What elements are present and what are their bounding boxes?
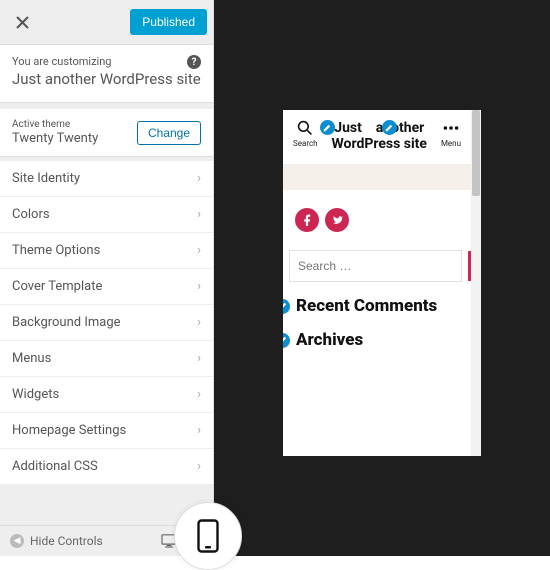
section-additional-css[interactable]: Additional CSS › bbox=[0, 449, 213, 485]
chevron-right-icon: › bbox=[197, 423, 201, 438]
section-label: Additional CSS bbox=[12, 459, 98, 474]
change-theme-button[interactable]: Change bbox=[137, 121, 201, 145]
widget-title: Archives bbox=[296, 330, 363, 350]
search-input[interactable] bbox=[289, 250, 462, 282]
chevron-right-icon: › bbox=[197, 387, 201, 402]
site-title: Just another WordPress site bbox=[12, 70, 201, 88]
section-widgets[interactable]: Widgets › bbox=[0, 377, 213, 413]
mobile-menu-button[interactable]: Menu bbox=[441, 120, 461, 148]
chevron-right-icon: › bbox=[197, 279, 201, 294]
search-icon bbox=[297, 120, 313, 136]
collapse-icon: ◀ bbox=[10, 534, 24, 548]
mobile-preview-frame: Search Just another WordPress site Menu bbox=[283, 110, 481, 456]
chevron-right-icon: › bbox=[197, 171, 201, 186]
scrollbar-thumb[interactable] bbox=[472, 110, 480, 196]
search-widget: SEARCH bbox=[283, 250, 471, 282]
hide-controls-label: Hide Controls bbox=[30, 534, 103, 548]
preview-area: Search Just another WordPress site Menu bbox=[214, 0, 550, 556]
chevron-right-icon: › bbox=[197, 351, 201, 366]
settings-list: Site Identity › Colors › Theme Options › Co… bbox=[0, 161, 213, 485]
section-site-identity[interactable]: Site Identity › bbox=[0, 161, 213, 197]
section-label: Colors bbox=[12, 207, 50, 222]
site-header: Search Just another WordPress site Menu bbox=[283, 110, 471, 160]
section-label: Cover Template bbox=[12, 279, 102, 294]
widget-title: Recent Comments bbox=[296, 296, 437, 316]
sidebar-info: ? You are customizing Just another WordP… bbox=[0, 45, 213, 103]
menu-caption: Menu bbox=[441, 139, 461, 148]
chevron-right-icon: › bbox=[197, 459, 201, 474]
edit-shortcut-icon[interactable] bbox=[283, 333, 290, 348]
preview-content: Search Just another WordPress site Menu bbox=[283, 110, 471, 456]
section-colors[interactable]: Colors › bbox=[0, 197, 213, 233]
mobile-device-icon bbox=[197, 519, 219, 553]
section-label: Site Identity bbox=[12, 171, 80, 186]
section-background-image[interactable]: Background Image › bbox=[0, 305, 213, 341]
section-label: Background Image bbox=[12, 315, 121, 330]
menu-dots-icon bbox=[443, 120, 459, 136]
preview-scrollbar[interactable] bbox=[471, 110, 481, 456]
publish-button[interactable]: Published bbox=[130, 9, 207, 35]
close-button[interactable] bbox=[6, 6, 38, 38]
theme-name: Twenty Twenty bbox=[12, 131, 98, 146]
active-theme-row: Active theme Twenty Twenty Change bbox=[0, 109, 213, 157]
facebook-icon[interactable] bbox=[295, 208, 319, 232]
edit-shortcut-icon[interactable] bbox=[382, 120, 397, 135]
edit-shortcut-icon[interactable] bbox=[283, 299, 290, 314]
site-title-preview[interactable]: Just another WordPress site bbox=[318, 120, 441, 152]
title-line-2: WordPress site bbox=[332, 136, 427, 152]
hide-controls-button[interactable]: ◀ Hide Controls bbox=[10, 534, 103, 548]
close-icon bbox=[16, 16, 29, 29]
active-theme-label: Active theme bbox=[12, 119, 98, 130]
content-band bbox=[283, 164, 471, 190]
customizing-label: You are customizing bbox=[12, 55, 201, 68]
social-links bbox=[283, 190, 471, 250]
section-menus[interactable]: Menus › bbox=[0, 341, 213, 377]
mobile-search-button[interactable]: Search bbox=[293, 120, 318, 148]
customizer-sidebar: Published ? You are customizing Just ano… bbox=[0, 0, 214, 556]
recent-comments-widget: Recent Comments bbox=[283, 282, 471, 316]
chevron-right-icon: › bbox=[197, 315, 201, 330]
edit-shortcut-icon[interactable] bbox=[320, 120, 335, 135]
archives-widget: Archives bbox=[283, 316, 471, 350]
search-caption: Search bbox=[293, 139, 318, 148]
section-homepage-settings[interactable]: Homepage Settings › bbox=[0, 413, 213, 449]
section-label: Theme Options bbox=[12, 243, 100, 258]
chevron-right-icon: › bbox=[197, 207, 201, 222]
sidebar-top-bar: Published bbox=[0, 0, 213, 45]
section-label: Homepage Settings bbox=[12, 423, 126, 438]
section-label: Menus bbox=[12, 351, 51, 366]
help-icon[interactable]: ? bbox=[187, 55, 201, 69]
section-theme-options[interactable]: Theme Options › bbox=[0, 233, 213, 269]
section-label: Widgets bbox=[12, 387, 59, 402]
mobile-device-toggle[interactable] bbox=[174, 502, 242, 570]
title-line-1: Just another bbox=[334, 120, 424, 136]
search-submit-button[interactable]: SEARCH bbox=[468, 251, 471, 281]
section-cover-template[interactable]: Cover Template › bbox=[0, 269, 213, 305]
chevron-right-icon: › bbox=[197, 243, 201, 258]
twitter-icon[interactable] bbox=[325, 208, 349, 232]
